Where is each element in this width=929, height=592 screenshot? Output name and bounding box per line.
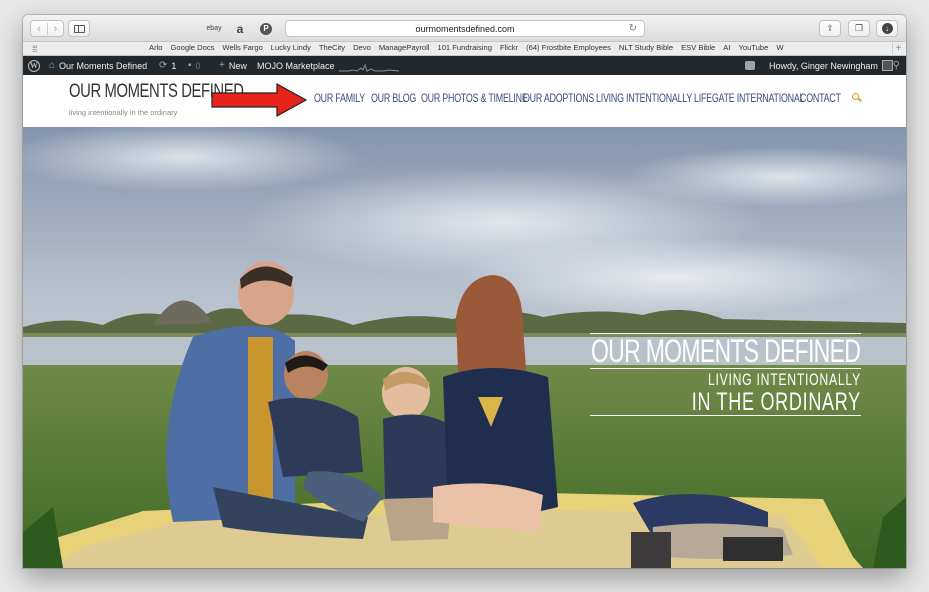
admin-new[interactable]: + New (219, 56, 247, 75)
bookmark-item[interactable]: (64) Frostbite Employees (526, 43, 611, 52)
nav-our-blog[interactable]: OUR BLOG (371, 91, 416, 105)
updates-icon: ⟳ (159, 60, 168, 71)
site-header: OUR MOMENTS DEFINED living intentionally… (23, 75, 906, 127)
sparkline-icon (339, 63, 399, 72)
bookmark-item[interactable]: AI (723, 43, 730, 52)
bookmarks-list: Arlo Google Docs Wells Fargo Lucky Lindy… (149, 43, 784, 52)
bookmark-item[interactable]: Flickr (500, 43, 518, 52)
site-tagline: living intentionally in the ordinary (69, 108, 178, 117)
nav-our-adoptions[interactable]: OUR ADOPTIONS (523, 91, 594, 105)
top-sites-icon[interactable]: ⁞⁞⁞ (32, 44, 37, 54)
add-bookmark-icon[interactable]: + (892, 43, 904, 54)
nav-lifegate-international[interactable]: LIFEGATE INTERNATIONAL (694, 91, 804, 105)
url-text: ourmomentsdefined.com (415, 23, 515, 34)
admin-comments[interactable]: ▪ 0 (188, 56, 201, 75)
bookmark-item[interactable]: NLT Study Bible (619, 43, 673, 52)
nav-contact[interactable]: CONTACT (800, 91, 841, 105)
wp-admin-bar: W ⌂ Our Moments Defined ⟳ 1 ▪ 0 + New MO… (23, 56, 906, 75)
hero-title: OUR MOMENTS DEFINED (590, 333, 861, 369)
stats-sparkline[interactable] (339, 56, 399, 75)
hero-overlay-text: OUR MOMENTS DEFINED LIVING INTENTIONALLY… (485, 333, 861, 416)
notification-icon[interactable] (745, 61, 755, 70)
favorite-amazon[interactable]: a (231, 20, 249, 37)
search-icon: ⚲ (892, 60, 900, 71)
nav-living-intentionally[interactable]: LIVING INTENTIONALLY (596, 91, 692, 105)
share-button[interactable]: ⇪ (819, 20, 841, 37)
pinterest-icon: P (260, 22, 272, 35)
nav-our-family[interactable]: OUR FAMILY (314, 91, 365, 105)
favorite-pinterest[interactable]: P (257, 20, 275, 37)
browser-toolbar: ‹ › ebay a P ourmomentsdefined.com ↻ ⇪ ❐… (23, 15, 906, 42)
download-icon: ↓ (881, 23, 893, 34)
admin-site-name[interactable]: ⌂ Our Moments Defined (49, 56, 147, 75)
site-search-icon[interactable] (852, 93, 862, 103)
bookmark-item[interactable]: ESV Bible (681, 43, 715, 52)
admin-site-name-label: Our Moments Defined (59, 60, 148, 71)
back-icon[interactable]: ‹ (31, 23, 47, 35)
avatar (881, 60, 893, 71)
sidebar-toggle-button[interactable] (68, 20, 90, 37)
address-bar[interactable]: ourmomentsdefined.com ↻ (285, 20, 645, 37)
updates-count: 1 (171, 60, 177, 71)
admin-new-label: New (228, 60, 247, 71)
dashboard-icon: ⌂ (49, 60, 56, 71)
comment-icon: ▪ (188, 60, 192, 71)
bookmark-item[interactable]: Wells Fargo (222, 43, 262, 52)
admin-search[interactable]: ⚲ (893, 56, 900, 75)
wordpress-icon: W (28, 59, 40, 72)
bookmark-item[interactable]: Devo (353, 43, 371, 52)
bookmark-item[interactable]: Arlo (149, 43, 163, 52)
bookmark-item[interactable]: Lucky Lindy (271, 43, 311, 52)
admin-mojo-marketplace[interactable]: MOJO Marketplace (257, 56, 335, 75)
bookmark-item[interactable]: YouTube (738, 43, 768, 52)
hero-subtitle-line1: LIVING INTENTIONALLY (708, 370, 861, 389)
wp-logo-menu[interactable]: W (28, 56, 40, 75)
back-forward-buttons[interactable]: ‹ › (30, 20, 64, 37)
favorite-ebay[interactable]: ebay (203, 20, 225, 37)
bookmark-item[interactable]: 101 Fundraising (437, 43, 491, 52)
browser-window: ‹ › ebay a P ourmomentsdefined.com ↻ ⇪ ❐… (23, 15, 906, 568)
nav-our-photos-timeline[interactable]: OUR PHOTOS & TIMELINE (421, 91, 528, 105)
bookmark-item[interactable]: ManagePayroll (379, 43, 430, 52)
bookmark-item[interactable]: W (776, 43, 783, 52)
hero-banner: OUR MOMENTS DEFINED LIVING INTENTIONALLY… (23, 127, 906, 568)
main-navigation: OUR FAMILY OUR BLOG OUR PHOTOS & TIMELIN… (314, 91, 845, 105)
sidebar-icon (73, 24, 85, 33)
comments-count: 0 (195, 60, 201, 71)
admin-updates[interactable]: ⟳ 1 (159, 56, 176, 75)
admin-account-menu[interactable]: Howdy, Ginger Newingham (745, 56, 893, 75)
reload-icon[interactable]: ↻ (629, 23, 637, 34)
share-icon: ⇪ (826, 23, 834, 33)
hero-subtitle-line2: IN THE ORDINARY (590, 389, 861, 416)
plus-icon: + (219, 60, 225, 71)
forward-icon[interactable]: › (46, 22, 63, 35)
howdy-label: Howdy, Ginger Newingham (769, 60, 878, 71)
bookmark-item[interactable]: TheCity (319, 43, 345, 52)
downloads-button[interactable]: ↓ (876, 20, 898, 37)
tabs-icon: ❐ (854, 23, 864, 33)
tabs-overview-button[interactable]: ❐ (848, 20, 870, 37)
mojo-label: MOJO Marketplace (257, 60, 335, 71)
favorites-bar: ⁞⁞⁞ Arlo Google Docs Wells Fargo Lucky L… (23, 42, 906, 56)
bookmark-item[interactable]: Google Docs (171, 43, 215, 52)
red-arrow-annotation (211, 83, 307, 117)
